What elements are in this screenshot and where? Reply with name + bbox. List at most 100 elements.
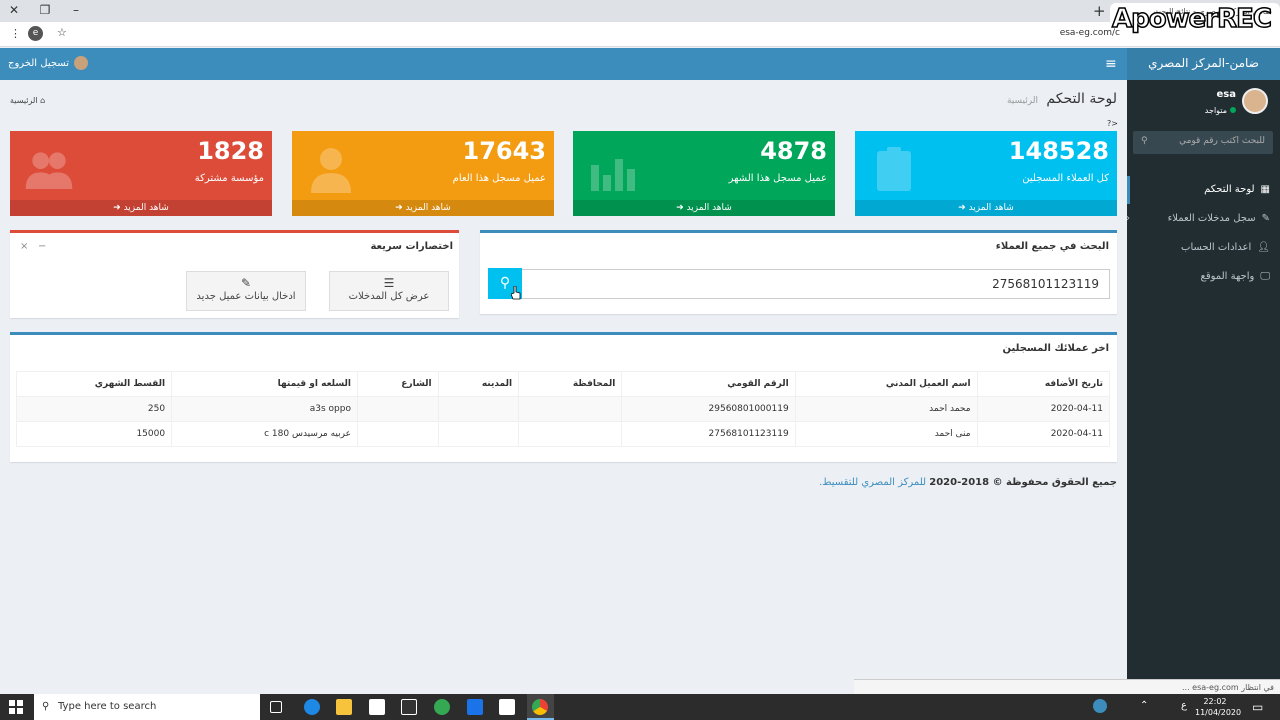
edge-icon[interactable] [304,699,320,715]
sidebar-item-label: واجهة الموقع [1200,271,1255,282]
dashboard-icon: ▦ [1260,184,1270,195]
stray-text: ?> [1107,119,1118,128]
task-view-icon[interactable] [270,701,282,713]
mail-icon[interactable] [467,699,483,715]
more-label: شاهد المزيد [686,203,732,213]
button-label: عرض كل المدخلات [348,291,430,302]
address-bar[interactable]: ⋮ e ☆ esa-eg.com/c [0,22,1280,47]
url-text[interactable]: esa-eg.com/c [1000,28,1120,38]
sidebar-item-entries[interactable]: ✎ سجل مدخلات العملاء ‹ [1126,213,1270,224]
table-cell: 15000 [15,421,173,447]
logout-link[interactable]: تسجيل الخروج [8,56,89,70]
clock-date: 11/04/2020 [1195,708,1242,717]
sidebar-search-placeholder: للبحث اكتب رقم قومي [1179,136,1265,146]
stat-label: مؤسسة مشتركة [194,173,264,184]
close-icon[interactable]: × [20,241,28,252]
user-panel: esa متواجد [1133,86,1274,122]
stat-label: عميل مسجل هذا العام [452,173,546,184]
stat-value: 4878 [760,137,827,165]
search-card-title: البحث في جميع العملاء [995,241,1109,252]
view-all-entries-button[interactable]: ☰ عرض كل المدخلات [329,271,449,311]
footer: جميع الحقوق محفوظة © 2018-2020 للمركز ال… [819,477,1117,488]
logout-label: تسجيل الخروج [8,57,70,69]
add-client-button[interactable]: ✎ ادخال بيانات عميل جديد [186,271,306,311]
more-link[interactable]: شاهد المزيد ➜ [10,200,272,216]
tripadvisor-icon[interactable] [434,699,450,715]
menu-dots-icon[interactable]: ⋮ [10,27,21,40]
user-status-label: متواجد [1204,106,1227,115]
sidebar-search-input[interactable]: للبحث اكتب رقم قومي ⚲ [1133,131,1273,154]
help-icon[interactable] [1093,699,1107,713]
button-label: ادخال بيانات عميل جديد [196,291,296,302]
sidebar-item-label: اعدادات الحساب [1181,242,1252,253]
shortcuts-title: اختصارات سريعة [370,241,453,252]
stat-box-companies: 1828 مؤسسة مشتركة شاهد المزيد ➜ [10,131,272,216]
page-title: لوحة التحكم الرئيسية [1007,91,1117,107]
edit-icon: ✎ [1261,213,1270,224]
search-icon[interactable]: ⚲ [1141,136,1148,149]
shortcuts-card: اختصارات سريعة × − ☰ عرض كل المدخلات ✎ ادخ… [10,230,459,318]
column-header: المدينه [437,371,520,397]
breadcrumb[interactable]: ⌂ الرئيسية [10,96,45,105]
dropbox-icon[interactable] [369,699,385,715]
network-icon[interactable]: ⌃ [1140,700,1148,711]
close-window-icon[interactable]: ✕ [6,3,22,19]
file-explorer-icon[interactable] [336,699,352,715]
new-tab-button[interactable]: + [1093,2,1106,20]
stat-box-year: 17643 عميل مسجل هذا العام شاهد المزيد ➜ [292,131,554,216]
collapse-icon[interactable]: − [38,241,46,252]
table-cell: 29560801000119 [621,396,796,422]
users-icon [25,152,73,189]
table-cell: 2020-04-11 [976,396,1111,422]
user-icon: 👤︎ [1257,242,1270,253]
column-header: الرقم القومي [621,371,796,397]
avatar [74,56,89,70]
table-cell [437,421,520,447]
taskbar-search-input[interactable]: ⚲ Type here to search [34,694,260,720]
sidebar-item-account-settings[interactable]: 👤︎ اعدادات الحساب [1130,242,1270,253]
taskbar-clock[interactable]: 22:02 11/04/2020 [1195,696,1242,718]
bar-chart-icon [591,159,635,191]
arrow-circle-icon: ➜ [395,203,403,213]
table-cell: 27568101123119 [621,421,796,447]
company-link[interactable]: للمركز المصري للتقسيط. [819,477,926,488]
user-icon [311,148,351,193]
sidebar-item-label: لوحة التحكم [1204,184,1255,195]
home-icon: ⌂ [40,96,46,105]
extension-icon[interactable]: e [28,26,43,41]
bookmark-star-icon[interactable]: ☆ [57,26,67,39]
chrome-taskbar-button[interactable] [527,694,554,720]
arrow-circle-icon: ➜ [958,203,966,213]
list-icon: ☰ [383,276,395,290]
store-icon[interactable] [499,699,515,715]
table-row[interactable]: 2020-04-11 منى احمد 27568101123119 عربيه… [15,421,1111,447]
stat-label: عميل مسجل هذا الشهر [728,173,827,184]
hamburger-menu-icon[interactable]: ≡ [1105,56,1117,72]
amazon-icon[interactable] [401,699,417,715]
more-link[interactable]: شاهد المزيد ➜ [855,200,1117,216]
sidebar-item-dashboard[interactable]: ▦ لوحة التحكم [1130,184,1270,195]
brand-logo[interactable]: ضامن-المركز المصري [1127,48,1280,80]
lang-indicator[interactable]: ع [1181,700,1187,711]
column-header: السلعه او قيمتها [171,371,358,397]
more-link[interactable]: شاهد المزيد ➜ [573,200,835,216]
restore-window-icon[interactable]: ❐ [37,3,53,19]
breadcrumb-home[interactable]: الرئيسية [10,96,38,105]
column-header: المحافظة [518,371,623,397]
windows-start-icon[interactable] [8,699,24,715]
table-header-row: تاريخ الأضافه اسم العميل المدني الرقم ال… [15,371,1111,397]
stat-label: كل العملاء المسجلين [1022,173,1109,184]
stat-value: 17643 [462,137,547,165]
browser-status: في انتظار esa-eg.com ... [854,679,1280,694]
more-link[interactable]: شاهد المزيد ➜ [292,200,554,216]
table-row[interactable]: 2020-04-11 محمد احمد 29560801000119 a3s … [15,396,1111,422]
national-id-search-input[interactable]: 27568101123119 [520,269,1110,299]
table-cell [518,421,623,447]
table-cell: 250 [15,396,173,422]
sidebar-item-site-front[interactable]: 🖵 واجهة الموقع [1130,271,1270,282]
search-icon: ⚲ [499,275,511,291]
notifications-icon[interactable]: ▭ [1252,700,1263,714]
clients-table: تاريخ الأضافه اسم العميل المدني الرقم ال… [15,371,1111,447]
table-cell: 2020-04-11 [976,421,1111,447]
minimize-window-icon[interactable]: – [68,3,84,19]
